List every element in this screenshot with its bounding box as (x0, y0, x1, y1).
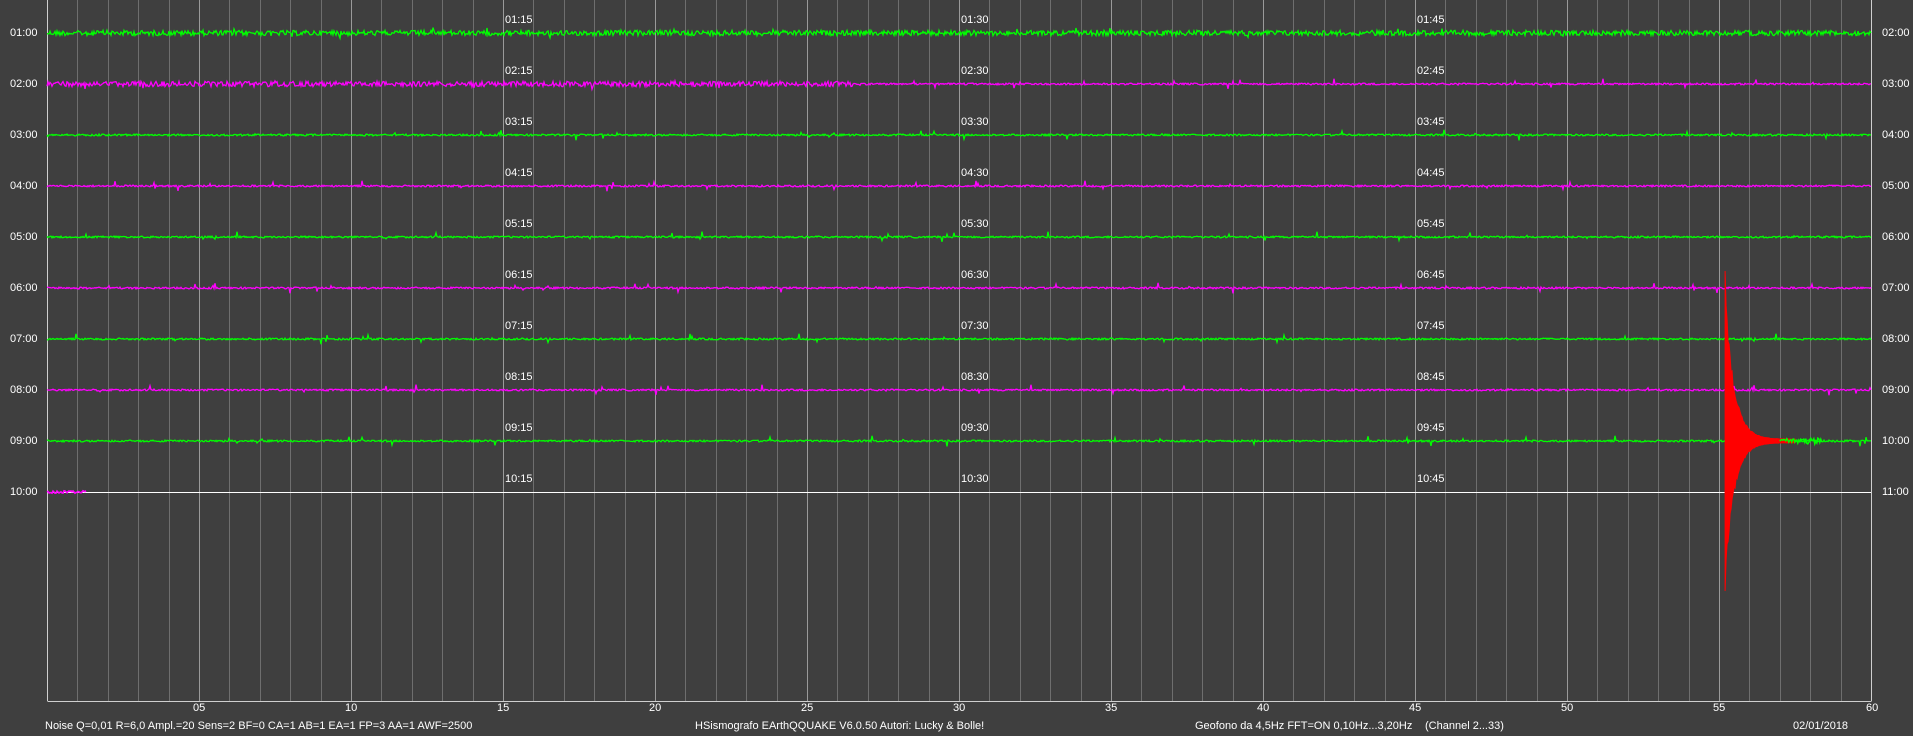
minute-label: 10:15 (505, 473, 533, 485)
status-channel: (Channel 2...33) (1425, 720, 1504, 732)
minute-label: 02:15 (505, 65, 533, 77)
hour-label-left: 03:00 (10, 129, 38, 141)
seismic-trace-1000 (46, 489, 87, 495)
hour-label-left: 02:00 (10, 78, 38, 90)
hour-label-left: 08:00 (10, 384, 38, 396)
x-axis-tick-label: 45 (1409, 702, 1422, 714)
status-date: 02/01/2018 (1793, 720, 1849, 732)
hour-label-left: 07:00 (10, 333, 38, 345)
hour-label-left: 09:00 (10, 435, 38, 447)
x-axis-tick-label: 40 (1257, 702, 1270, 714)
minute-label: 08:30 (961, 371, 989, 383)
x-axis-tick-label: 35 (1105, 702, 1118, 714)
minute-label: 08:15 (505, 371, 533, 383)
minute-label: 08:45 (1417, 371, 1445, 383)
minute-label: 05:30 (961, 218, 989, 230)
x-axis-tick-label: 55 (1713, 702, 1726, 714)
hour-label-right: 06:00 (1882, 231, 1910, 243)
minute-label: 01:45 (1417, 14, 1445, 26)
minute-label: 07:30 (961, 320, 989, 332)
minute-label: 04:15 (505, 167, 533, 179)
minute-label: 10:30 (961, 473, 989, 485)
minute-label: 07:45 (1417, 320, 1445, 332)
minute-label: 06:15 (505, 269, 533, 281)
minute-label: 03:15 (505, 116, 533, 128)
grid (47, 0, 1872, 702)
minute-label: 01:30 (961, 14, 989, 26)
minute-label: 04:30 (961, 167, 989, 179)
minute-label: 09:15 (505, 422, 533, 434)
hour-label-right: 09:00 (1882, 384, 1910, 396)
minute-label: 03:30 (961, 116, 989, 128)
minute-label: 05:45 (1417, 218, 1445, 230)
hour-label-left: 10:00 (10, 486, 38, 498)
minute-label: 03:45 (1417, 116, 1445, 128)
minute-label: 02:45 (1417, 65, 1445, 77)
x-axis-tick-label: 10 (345, 702, 358, 714)
minute-label: 07:15 (505, 320, 533, 332)
x-axis-tick-label: 50 (1561, 702, 1574, 714)
minute-label: 02:30 (961, 65, 989, 77)
hour-label-right: 04:00 (1882, 129, 1910, 141)
hour-label-left: 04:00 (10, 180, 38, 192)
hour-label-right: 11:00 (1882, 486, 1909, 498)
minute-label: 04:45 (1417, 167, 1445, 179)
hour-label-right: 08:00 (1882, 333, 1910, 345)
x-axis-tick-label: 05 (193, 702, 206, 714)
hour-label-right: 05:00 (1882, 180, 1910, 192)
x-axis-tick-label: 60 (1866, 702, 1879, 714)
hour-label-right: 07:00 (1882, 282, 1910, 294)
helicorder-plot (46, 0, 1872, 702)
status-app-title: HSismografo EArthQQUAKE V6.0.50 Autori: … (695, 720, 985, 732)
hour-label-right: 02:00 (1882, 27, 1910, 39)
x-axis-tick-label: 20 (649, 702, 662, 714)
minute-label: 05:15 (505, 218, 533, 230)
hour-label-left: 05:00 (10, 231, 38, 243)
minute-label: 01:15 (505, 14, 533, 26)
x-axis-tick-label: 30 (953, 702, 966, 714)
minute-label: 06:45 (1417, 269, 1445, 281)
minute-label: 09:45 (1417, 422, 1445, 434)
hour-label-right: 10:00 (1882, 435, 1910, 447)
x-axis-tick-label: 15 (497, 702, 510, 714)
seismograph-window: 01:00 02:00 01:15 01:30 01:45 02:00 03:00 02:15… (0, 0, 1913, 736)
hour-label-left: 01:00 (10, 27, 38, 39)
hour-label-right: 03:00 (1882, 78, 1910, 90)
status-sensor: Geofono da 4,5Hz FFT=ON 0,10Hz...3,20Hz (1195, 720, 1413, 732)
status-settings: Noise Q=0,01 R=6,0 Ampl.=20 Sens=2 BF=0 … (45, 720, 473, 732)
minute-label: 09:30 (961, 422, 989, 434)
hour-label-left: 06:00 (10, 282, 38, 294)
minute-label: 10:45 (1417, 473, 1445, 485)
x-axis-tick-label: 25 (801, 702, 814, 714)
earthquake-event (1724, 270, 1796, 592)
minute-label: 06:30 (961, 269, 989, 281)
